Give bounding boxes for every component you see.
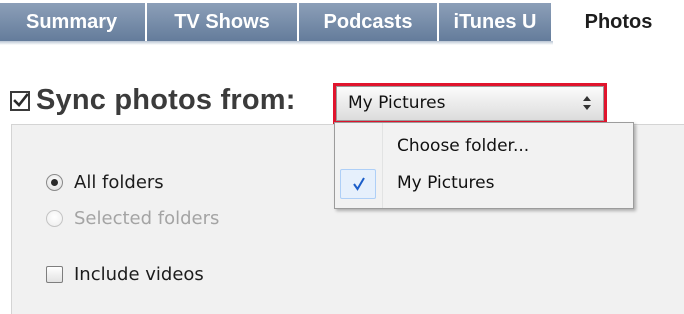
tab-strip-divider [0, 41, 553, 45]
selected-folders-radio[interactable] [46, 210, 63, 227]
up-down-arrows-icon [583, 96, 591, 110]
menu-item-choose-folder[interactable]: Choose folder... [336, 130, 632, 164]
include-videos-checkbox[interactable] [46, 266, 63, 283]
checkmark-icon [13, 93, 29, 107]
all-folders-radio[interactable] [46, 174, 63, 191]
menu-item-label: My Pictures [397, 173, 495, 193]
menu-item-my-pictures[interactable]: My Pictures [336, 167, 632, 201]
sync-photos-checkbox[interactable] [10, 91, 30, 111]
photo-source-select[interactable]: My Pictures [336, 86, 604, 121]
menu-check-frame [340, 169, 376, 199]
check-icon [353, 177, 365, 191]
tab-summary[interactable]: Summary [0, 3, 147, 41]
photo-source-value: My Pictures [348, 93, 446, 113]
include-videos-label: Include videos [74, 264, 204, 285]
all-folders-label: All folders [74, 172, 164, 193]
menu-item-label: Choose folder... [397, 136, 530, 156]
tab-itunes-u[interactable]: iTunes U [439, 3, 553, 41]
tab-photos[interactable]: Photos [553, 3, 684, 46]
tab-podcasts[interactable]: Podcasts [299, 3, 439, 41]
tab-tv-shows[interactable]: TV Shows [147, 3, 299, 41]
selected-folders-label: Selected folders [74, 208, 220, 229]
tab-bar: Summary TV Shows Podcasts iTunes U Photo… [0, 0, 684, 46]
photo-source-menu: Choose folder... My Pictures [334, 122, 634, 209]
sync-photos-label: Sync photos from: [36, 84, 296, 116]
